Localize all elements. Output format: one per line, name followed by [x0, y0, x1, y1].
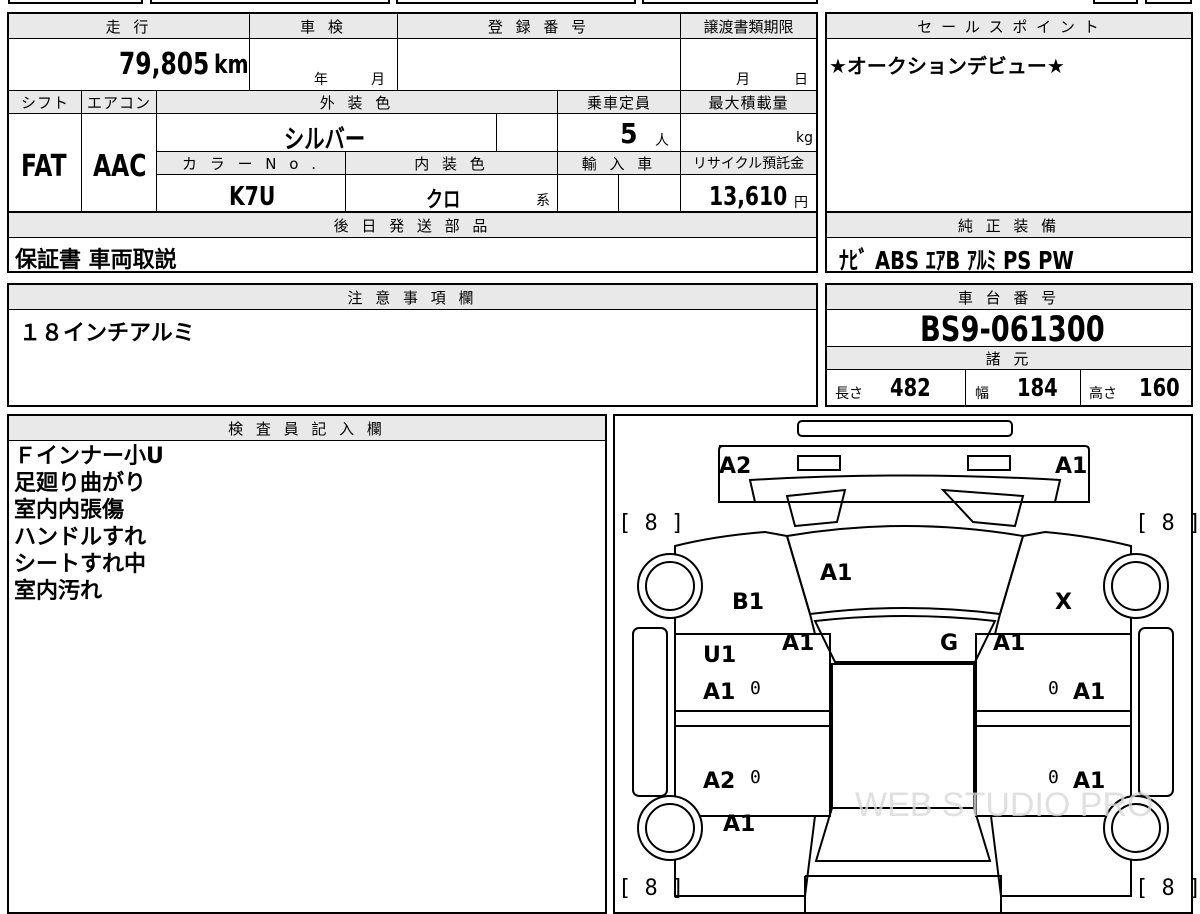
- inspector-note: 室内内張傷: [14, 498, 125, 523]
- recycle-header: リサイクル預託金: [681, 152, 816, 174]
- import-header: 輸 入 車: [558, 152, 680, 174]
- code-hood: A1: [820, 561, 853, 586]
- inspector-note: シートすれ中: [14, 552, 147, 577]
- sales-point-text: ★オークションデビュー★: [829, 54, 1065, 78]
- code-windshield: G: [940, 631, 959, 656]
- headlight-left-mark: [797, 455, 841, 471]
- notes-box: 注 意 事 項 欄 １８インチアルミ: [7, 283, 818, 407]
- left-skirt: [632, 627, 668, 797]
- shift-value: FAT: [21, 149, 67, 184]
- car-diagram: WEB STUDIO PRO: [632, 420, 1174, 912]
- inspection-year: 年: [314, 72, 328, 88]
- front-bumper: [718, 445, 1090, 503]
- transfer-deadline-header: 譲渡書類期限: [681, 14, 816, 38]
- tire-tread-rear-right: [ 8 ]: [1135, 876, 1200, 901]
- notes-value: １８インチアルミ: [19, 321, 195, 346]
- code-right-front-fender: X: [1055, 590, 1072, 615]
- num-left-front-door: 0: [750, 678, 761, 699]
- transfer-month: 月: [736, 72, 750, 88]
- transfer-day: 日: [794, 72, 808, 88]
- interior-color-header: 内 装 色: [346, 152, 557, 174]
- num-right-front-door: 0: [1048, 678, 1059, 699]
- capacity-header: 乗車定員: [558, 91, 680, 113]
- inspector-box: 検 査 員 記 入 欄 Ｆインナー小U 足廻り曲がり 室内内張傷 ハンドルすれ …: [7, 414, 607, 914]
- genuine-equipment-value: ﾅﾋﾞ ABS ｴｱB ｱﾙﾐ PS PW: [839, 246, 1074, 275]
- capacity-unit: 人: [655, 133, 669, 149]
- code-left-rear-fender: A1: [723, 812, 756, 837]
- tire-tread-front-left: [ 8 ]: [618, 511, 685, 536]
- genuine-equipment-header: 純 正 装 備: [827, 213, 1191, 237]
- code-right-rear-door: A1: [1073, 769, 1106, 794]
- notes-header: 注 意 事 項 欄: [9, 285, 816, 309]
- inspector-note: 室内汚れ: [14, 579, 103, 604]
- interior-color-value: クロ: [426, 188, 461, 213]
- sales-point-header: セ ー ル ス ポ イ ン ト: [827, 14, 1191, 38]
- code-left-front-fender: B1: [732, 590, 765, 615]
- interior-color-suffix: 系: [536, 193, 550, 209]
- aircon-value: AAC: [93, 149, 147, 184]
- code-left-rear-door: A2: [703, 769, 736, 794]
- chassis-header: 車 台 番 号: [827, 285, 1191, 309]
- length-label: 長さ: [835, 386, 863, 402]
- height-label: 高さ: [1089, 386, 1117, 402]
- code-front-bumper-left: A2: [719, 454, 752, 479]
- registration-header: 登 録 番 号: [398, 14, 680, 38]
- shift-header: シフト: [9, 91, 81, 113]
- inspector-notes-list: Ｆインナー小U 足廻り曲がり 室内内張傷 ハンドルすれ シートすれ中 室内汚れ: [14, 443, 164, 605]
- capacity-value: 5: [620, 117, 638, 150]
- inspection-month: 月: [371, 72, 385, 88]
- code-left-front-door-b: A1: [703, 680, 736, 705]
- inspector-note: Ｆインナー小U: [14, 444, 164, 469]
- num-left-rear-door: 0: [750, 767, 761, 788]
- right-skirt: [1138, 627, 1174, 797]
- code-right-front-door: A1: [1073, 680, 1106, 705]
- inspector-note: 足廻り曲がり: [14, 471, 147, 496]
- mileage-header: 走 行: [9, 14, 249, 38]
- windshield: [813, 615, 997, 663]
- headlight-right-mark: [967, 455, 1011, 471]
- front-tab: [797, 420, 1013, 437]
- top-strip: [0, 0, 1200, 7]
- chassis-box: 車 台 番 号 BS9-061300 諸 元 長さ 482 幅 184 高さ 1…: [825, 283, 1193, 407]
- inspector-header: 検 査 員 記 入 欄: [9, 416, 605, 440]
- height-value: 160: [1139, 373, 1180, 402]
- recycle-unit: 円: [794, 195, 808, 211]
- inspection-header: 車 検: [250, 14, 397, 38]
- code-left-front-door-a: U1: [703, 643, 737, 668]
- genuine-equipment-box: 純 正 装 備 ﾅﾋﾞ ABS ｴｱB ｱﾙﾐ PS PW: [825, 211, 1193, 275]
- chassis-number: BS9-061300: [920, 310, 1105, 350]
- later-parts-box: 後 日 発 送 部 品 保証書 車両取説: [7, 211, 818, 273]
- width-label: 幅: [975, 386, 989, 402]
- sales-point-box: セ ー ル ス ポ イ ン ト ★オークションデビュー★: [825, 12, 1193, 213]
- length-value: 482: [890, 373, 931, 402]
- code-left-a-pillar: A1: [782, 631, 815, 656]
- color-no-header: カ ラ ー N o .: [157, 152, 345, 174]
- aircon-header: エアコン: [82, 91, 156, 113]
- mileage-unit: km: [214, 50, 249, 80]
- exterior-color-header: 外 装 色: [157, 91, 557, 113]
- specs-header: 諸 元: [827, 347, 1191, 369]
- width-value: 184: [1017, 373, 1058, 402]
- tire-tread-front-right: [ 8 ]: [1135, 511, 1200, 536]
- num-right-rear-door: 0: [1048, 767, 1059, 788]
- inspector-note: ハンドルすれ: [14, 525, 147, 550]
- code-right-a-pillar: A1: [993, 631, 1026, 656]
- watermark: WEB STUDIO PRO: [855, 786, 1153, 824]
- vehicle-info-table: 走 行 車 検 登 録 番 号 譲渡書類期限 79,805 km 年 月 月 日…: [7, 12, 818, 213]
- car-diagram-box: WEB STUDIO PRO [ 8 ] [ 8 ] [ 8 ] [ 8 ] A…: [613, 414, 1200, 914]
- max-load-header: 最大積載量: [681, 91, 816, 113]
- code-front-bumper-right: A1: [1055, 454, 1088, 479]
- tire-tread-rear-left: [ 8 ]: [618, 876, 685, 901]
- max-load-unit: kg: [796, 130, 813, 146]
- color-no-value: K7U: [229, 182, 276, 212]
- later-parts-header: 後 日 発 送 部 品: [9, 213, 816, 237]
- later-parts-value: 保証書 車両取説: [15, 248, 177, 273]
